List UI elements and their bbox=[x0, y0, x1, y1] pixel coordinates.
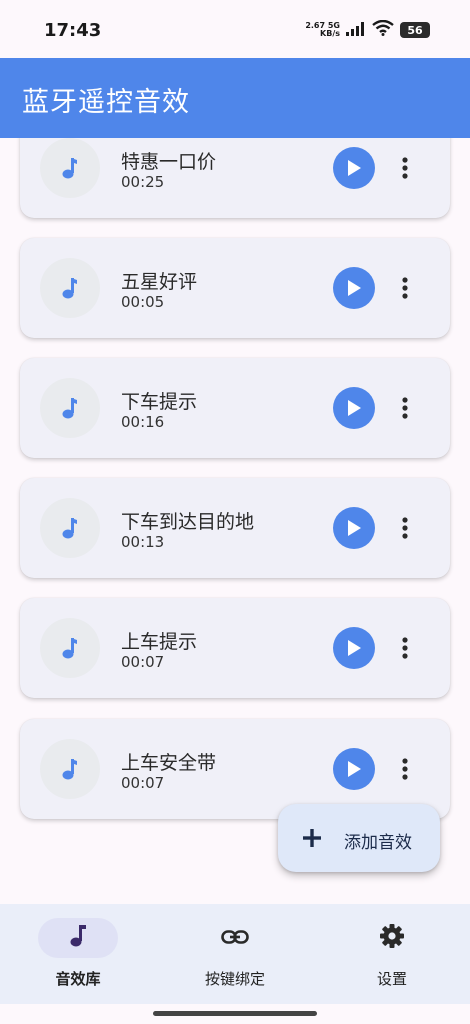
add-sound-label: 添加音效 bbox=[344, 833, 412, 853]
home-indicator[interactable] bbox=[153, 1011, 317, 1016]
app-bar: 蓝牙遥控音效 bbox=[0, 58, 470, 138]
play-button[interactable] bbox=[333, 147, 375, 189]
music-note-icon bbox=[40, 378, 100, 438]
nav-label: 按键绑定 bbox=[204, 970, 265, 988]
more-options-icon[interactable] bbox=[393, 754, 417, 784]
more-options-icon[interactable] bbox=[393, 273, 417, 303]
gear-icon bbox=[379, 923, 405, 953]
signal-icon bbox=[346, 21, 366, 40]
sound-title: 五星好评 bbox=[121, 271, 198, 293]
sound-title: 上车安全带 bbox=[121, 752, 217, 774]
sound-title: 上车提示 bbox=[121, 631, 198, 653]
nav-item-sound-library[interactable]: 音效库 bbox=[0, 904, 156, 1004]
music-note-icon bbox=[40, 618, 100, 678]
nav-label: 音效库 bbox=[55, 970, 101, 988]
network-speed: 2.67 5G KB/s bbox=[305, 21, 340, 38]
add-sound-button[interactable]: 添加音效 bbox=[278, 804, 440, 872]
sound-title: 下车提示 bbox=[121, 391, 198, 413]
sound-title: 下车到达目的地 bbox=[121, 511, 255, 533]
play-button[interactable] bbox=[333, 387, 375, 429]
sound-list[interactable]: 特惠一口价 00:25 五星好评 00:05 下车提示 00:16 下车到达目的… bbox=[0, 138, 470, 904]
sound-duration: 00:16 bbox=[121, 413, 165, 431]
sound-duration: 00:07 bbox=[121, 653, 165, 671]
sound-card[interactable]: 五星好评 00:05 bbox=[20, 238, 450, 338]
sound-card[interactable]: 下车到达目的地 00:13 bbox=[20, 478, 450, 578]
app-title: 蓝牙遥控音效 bbox=[22, 87, 190, 118]
music-note-icon bbox=[40, 498, 100, 558]
music-note-icon bbox=[40, 739, 100, 799]
sound-duration: 00:25 bbox=[121, 173, 165, 191]
plus-icon bbox=[302, 828, 322, 848]
nav-item-key-binding[interactable]: 按键绑定 bbox=[157, 904, 313, 1004]
sound-card[interactable]: 上车提示 00:07 bbox=[20, 598, 450, 698]
music-note-icon bbox=[69, 924, 87, 952]
wifi-icon bbox=[372, 19, 394, 40]
status-bar: 17:43 2.67 5G KB/s 56 bbox=[0, 0, 470, 58]
sound-duration: 00:05 bbox=[121, 293, 165, 311]
sound-card[interactable]: 下车提示 00:16 bbox=[20, 358, 450, 458]
more-options-icon[interactable] bbox=[393, 393, 417, 423]
more-options-icon[interactable] bbox=[393, 513, 417, 543]
play-button[interactable] bbox=[333, 627, 375, 669]
active-indicator bbox=[38, 918, 118, 958]
music-note-icon bbox=[40, 138, 100, 198]
sound-duration: 00:07 bbox=[121, 774, 165, 792]
link-icon bbox=[221, 929, 249, 948]
sound-title: 特惠一口价 bbox=[121, 151, 217, 173]
more-options-icon[interactable] bbox=[393, 633, 417, 663]
sound-duration: 00:13 bbox=[121, 533, 165, 551]
music-note-icon bbox=[40, 258, 100, 318]
status-time: 17:43 bbox=[44, 20, 102, 41]
play-button[interactable] bbox=[333, 507, 375, 549]
bottom-navigation: 音效库 按键绑定 设置 bbox=[0, 904, 470, 1004]
more-options-icon[interactable] bbox=[393, 153, 417, 183]
sound-card[interactable]: 特惠一口价 00:25 bbox=[20, 138, 450, 218]
nav-item-settings[interactable]: 设置 bbox=[314, 904, 470, 1004]
status-indicators: 2.67 5G KB/s 56 bbox=[305, 19, 430, 40]
play-button[interactable] bbox=[333, 748, 375, 790]
nav-label: 设置 bbox=[376, 970, 407, 988]
play-button[interactable] bbox=[333, 267, 375, 309]
battery-icon: 56 bbox=[400, 22, 430, 38]
